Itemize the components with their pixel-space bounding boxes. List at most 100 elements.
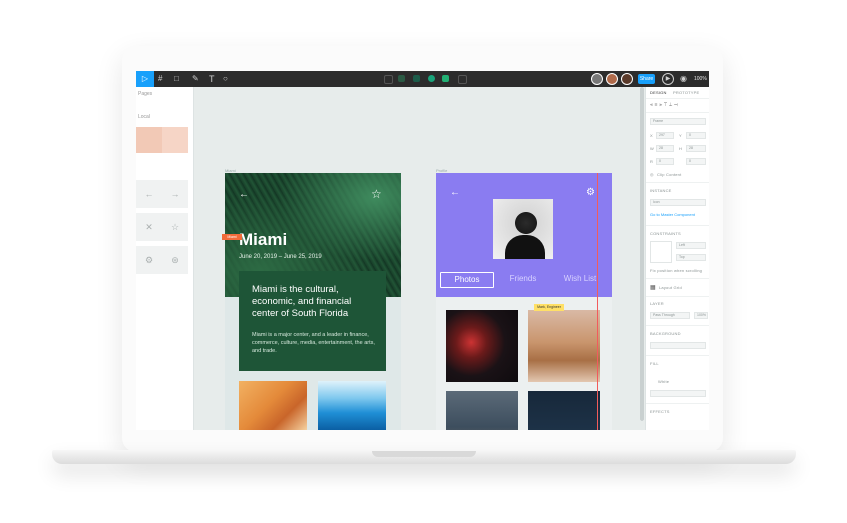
- photo-thumbnail[interactable]: [528, 391, 600, 430]
- clip-content-label[interactable]: Clip Content: [657, 172, 681, 177]
- background-field[interactable]: [650, 342, 706, 349]
- divider: [646, 98, 709, 99]
- go-to-master-link[interactable]: Go to Master Component: [650, 212, 695, 217]
- checkbox-icon[interactable]: ◎: [650, 172, 654, 177]
- h-field[interactable]: 28: [686, 145, 706, 152]
- section-fill: FILL: [650, 361, 659, 366]
- section-layer: LAYER: [650, 301, 664, 306]
- photo-thumbnail[interactable]: [318, 381, 386, 430]
- constraint-horizontal-select[interactable]: Left: [676, 242, 706, 249]
- settings-icon[interactable]: ⚙: [586, 187, 595, 198]
- selection-tag: Miami: [222, 234, 242, 240]
- canvas-scrollbar[interactable]: [640, 87, 644, 421]
- rotation-field[interactable]: 0: [656, 158, 674, 165]
- star-icon[interactable]: ☆: [162, 213, 188, 241]
- text-tool-icon[interactable]: T: [209, 71, 215, 87]
- view-icon[interactable]: ◉: [680, 71, 687, 87]
- instance-select[interactable]: Icon: [650, 199, 706, 206]
- star-icon[interactable]: ☆: [371, 187, 382, 201]
- crop-icon[interactable]: [458, 75, 467, 84]
- pen-tool-icon[interactable]: ✎: [192, 71, 199, 87]
- photo-thumbnail[interactable]: [446, 391, 518, 430]
- top-toolbar: ▷ # □ ✎ T ○ Share ▶ ◉ 100%: [136, 71, 709, 87]
- info-card: Miami is the cultural, economic, and fin…: [239, 271, 386, 371]
- layout-grid-label[interactable]: Layout Grid: [659, 285, 682, 290]
- comment-tool-icon[interactable]: ○: [223, 71, 228, 87]
- back-arrow-icon[interactable]: ←: [450, 187, 460, 198]
- photo-thumbnail[interactable]: [528, 310, 600, 382]
- divider: [646, 355, 709, 356]
- back-arrow-icon[interactable]: ←: [239, 189, 249, 200]
- asset-thumbnail[interactable]: [136, 127, 162, 153]
- profile-photo: [493, 199, 553, 259]
- frame-type-select[interactable]: Frame: [650, 118, 706, 125]
- divider: [646, 112, 709, 113]
- photo-thumbnail[interactable]: [446, 310, 518, 382]
- settings-icon[interactable]: ⚙: [136, 246, 162, 274]
- laptop-notch: [372, 451, 476, 457]
- w-label: W: [650, 146, 654, 151]
- scrollbar-thumb[interactable]: [640, 87, 644, 421]
- constraints-widget[interactable]: [650, 241, 672, 263]
- panel-heading: Local: [138, 114, 150, 120]
- component-icon[interactable]: [384, 75, 393, 84]
- panel-heading: Pages: [138, 91, 153, 97]
- shape-tool-icon[interactable]: □: [174, 71, 179, 87]
- fill-icon[interactable]: [442, 75, 449, 82]
- boolean-icon[interactable]: [413, 75, 420, 82]
- tab-design[interactable]: DESIGN: [650, 90, 667, 95]
- frame-profile[interactable]: ← ⚙ Photos Friends Wish List: [436, 173, 612, 430]
- fill-field[interactable]: [650, 390, 706, 397]
- y-label: Y: [679, 133, 682, 138]
- move-tool-icon[interactable]: ▷: [136, 71, 154, 87]
- photo-thumbnail[interactable]: [239, 381, 307, 430]
- profile-tabs: Photos Friends Wish List: [436, 272, 612, 288]
- x-label: X: [650, 133, 653, 138]
- y-field[interactable]: 0: [686, 132, 706, 139]
- frame-tool-icon[interactable]: #: [158, 71, 162, 87]
- section-background: BACKGROUND: [650, 331, 681, 336]
- card-body: Miami is a major center, and a leader in…: [252, 332, 375, 354]
- tab-friends[interactable]: Friends: [500, 272, 546, 286]
- constraint-vertical-select[interactable]: Top: [676, 254, 706, 261]
- avatar[interactable]: [606, 73, 618, 85]
- present-icon[interactable]: ▶: [662, 73, 674, 85]
- fix-position-label[interactable]: Fix position when scrolling: [650, 268, 702, 273]
- properties-panel: DESIGN PROTOTYPE ⫷ ≡ ⫸ ⊤ ⊥ ⊣ Frame X 297…: [645, 87, 709, 430]
- section-instance: INSTANCE: [650, 188, 672, 193]
- frame-miami[interactable]: ← ☆ Miami June 20, 2019 – June 25, 2019 …: [225, 173, 401, 430]
- divider: [646, 225, 709, 226]
- arrow-left-icon[interactable]: ←: [136, 180, 162, 208]
- zoom-level[interactable]: 100%: [694, 71, 707, 87]
- layers-panel: Pages Local ← → ✕ ☆ ⚙ ⊛: [136, 87, 194, 430]
- w-field[interactable]: 28: [656, 145, 674, 152]
- selection-guide: [597, 173, 598, 430]
- avatar[interactable]: [621, 73, 633, 85]
- trip-dates: June 20, 2019 – June 25, 2019: [239, 254, 322, 260]
- mask-icon[interactable]: [428, 75, 435, 82]
- fill-color-label[interactable]: White: [658, 379, 669, 384]
- compass-icon[interactable]: ⊛: [162, 246, 188, 274]
- share-button[interactable]: Share: [638, 74, 655, 84]
- divider: [646, 325, 709, 326]
- arrow-right-icon[interactable]: →: [162, 180, 188, 208]
- radius-field[interactable]: 0: [686, 158, 706, 165]
- figma-editor: ▷ # □ ✎ T ○ Share ▶ ◉ 100% Pages Local ←…: [136, 71, 709, 430]
- avatar[interactable]: [591, 73, 603, 85]
- profile-header: ← ⚙ Photos Friends Wish List: [436, 173, 612, 297]
- h-label: H: [679, 146, 683, 151]
- create-component-icon[interactable]: [398, 75, 405, 82]
- section-constraints: CONSTRAINTS: [650, 231, 681, 236]
- tab-prototype[interactable]: PROTOTYPE: [673, 90, 699, 95]
- asset-thumbnail[interactable]: [162, 127, 188, 153]
- close-icon[interactable]: ✕: [136, 213, 162, 241]
- destination-title: Miami: [239, 230, 288, 249]
- blend-mode-select[interactable]: Pass Through: [650, 312, 690, 319]
- tab-photos[interactable]: Photos: [440, 272, 494, 288]
- section-effects: EFFECTS: [650, 409, 670, 414]
- r-label: R: [650, 159, 654, 164]
- x-field[interactable]: 297: [656, 132, 674, 139]
- divider: [646, 182, 709, 183]
- opacity-field[interactable]: 100%: [694, 312, 708, 319]
- align-icons[interactable]: ⫷ ≡ ⫸ ⊤ ⊥ ⊣: [650, 102, 678, 108]
